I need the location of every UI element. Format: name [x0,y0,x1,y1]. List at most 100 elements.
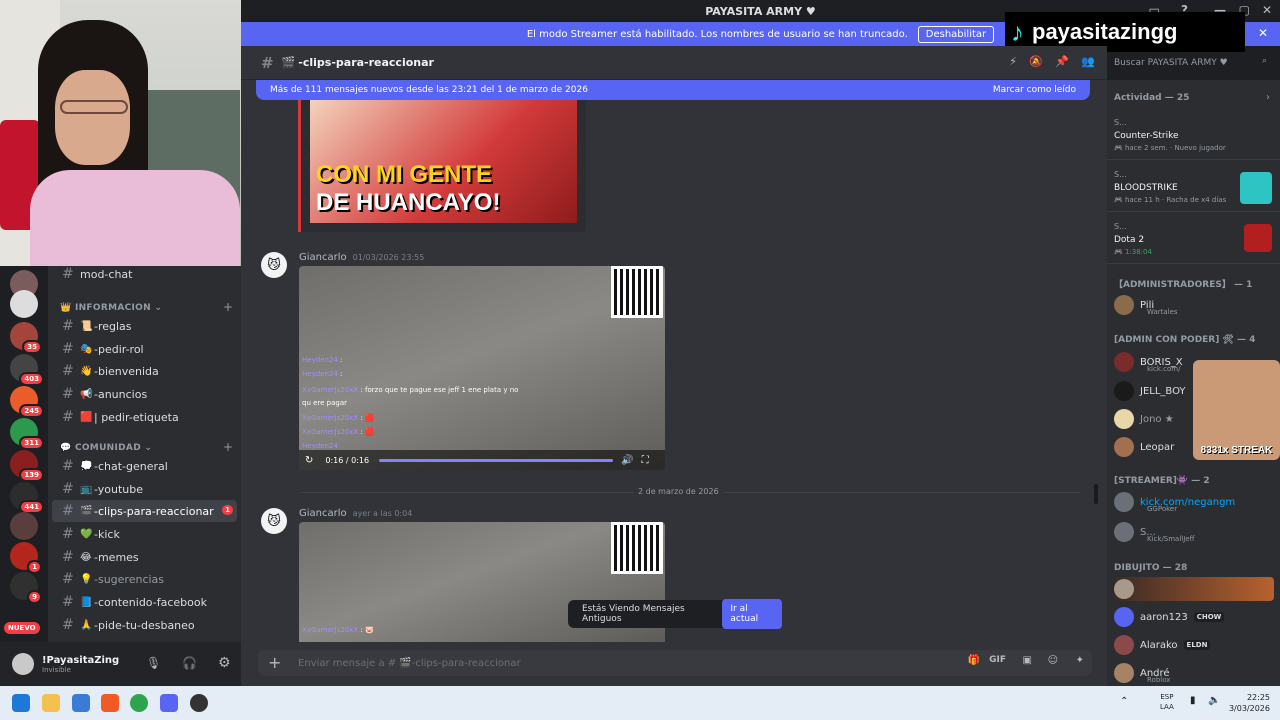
channel-reglas[interactable]: # 📜 -reglas [52,315,237,337]
channel-bienvenida[interactable]: # 👋 -bienvenida [52,360,237,382]
author-name[interactable]: Giancarlo [299,508,347,519]
link-embed[interactable]: CON MI GENTE DE HUANCAYO! [298,80,586,232]
server-icon[interactable]: 403 [10,354,44,386]
unread-badge: 311 [19,436,44,450]
close-window-button[interactable]: ✕ [1262,3,1272,17]
activity-card[interactable]: S... BLOODSTRIKE 🎮 hace 11 h · Racha de … [1107,164,1280,212]
mark-read-button[interactable]: Marcar como leído [993,85,1076,95]
add-attachment-icon[interactable]: + [268,653,281,672]
disable-streamer-button[interactable]: Deshabilitar [917,25,995,43]
chrome-icon[interactable] [130,694,148,712]
new-messages-bar[interactable]: Más de 111 mensajes nuevos desde las 23:… [256,80,1090,100]
channel-chat-general[interactable]: # 💭 -chat-general [52,455,237,477]
volume-icon[interactable]: 🔊 [621,455,633,466]
threads-icon[interactable]: ⚡ [1009,55,1017,68]
chat-line: Heyden24 [302,442,338,450]
video-player[interactable]: Heyden24 : Heyden24 : XxGamerJs20xX : fo… [299,266,665,470]
member-row[interactable]: Alarako ELDN [1114,633,1274,657]
activity-card[interactable]: S... Counter-Strike 🎮 hace 2 sem. · Nuev… [1107,112,1280,160]
channel-youtube[interactable]: # 📺 -youtube [52,478,237,500]
server-icon[interactable]: 139 [10,450,44,482]
message-timestamp: 01/03/2026 23:55 [352,253,425,262]
server-icon[interactable]: 1 [10,542,42,574]
scrollbar[interactable] [1094,484,1098,504]
obs-icon[interactable] [190,694,208,712]
message-input[interactable]: + Enviar mensaje a # 🎬-clips-para-reacci… [258,650,1092,676]
notifications-icon[interactable]: 🔕 [1029,55,1043,68]
language-indicator[interactable]: ESP LAA [1160,692,1174,712]
avatar[interactable]: 😼 [261,508,287,534]
server-icon[interactable] [10,512,38,540]
replay-icon[interactable]: ↻ [305,455,313,466]
server-icon[interactable]: 35 [10,322,42,354]
avatar[interactable] [12,653,34,675]
channel-label: -sugerencias [94,572,165,586]
member-row[interactable]: Pili Wartales [1114,293,1274,317]
video-controls: ↻ 0:16 / 0:16 🔊 ⛶ [299,450,665,470]
file-explorer-icon[interactable] [42,694,60,712]
channel-pide-tu-desbaneo[interactable]: # 🙏 -pide-tu-desbaneo [52,614,237,636]
channel-label: | pedir-etiqueta [94,410,179,424]
channel-pedir-etiqueta[interactable]: # 🟥 | pedir-etiqueta [52,406,237,428]
search-placeholder: Buscar PAYASITA ARMY ♥ [1114,58,1228,68]
member-list-icon[interactable]: 👥 [1081,55,1095,68]
server-icon[interactable]: 441 [10,482,44,514]
unread-badge: 1 [222,505,233,515]
sticker-icon[interactable]: ▣ [1023,655,1032,666]
brave-browser-icon[interactable] [101,694,119,712]
channel-pedir-rol[interactable]: # 🎭 -pedir-rol [52,338,237,360]
category-informacion[interactable]: 👑 INFORMACION ⌄ [60,303,162,313]
message-placeholder: Enviar mensaje a # 🎬-clips-para-reaccion… [298,657,521,669]
channel-mod-chat[interactable]: # mod-chat [52,266,237,282]
emoji-icon[interactable]: ☺ [1048,655,1058,666]
gif-icon[interactable]: GIF [989,655,1006,665]
member-row[interactable]: S... Kick/SmallJeff [1114,520,1274,544]
channel-memes[interactable]: # 😂 -memes [52,546,237,568]
jump-to-present-button[interactable]: Ir al actual [722,599,782,629]
member-row[interactable]: kick.com/negangm GGPoker [1114,490,1274,514]
server-icon[interactable]: 311 [10,418,44,450]
streak-text: 8331x STREAK [1200,445,1273,456]
channel-contenido-facebook[interactable]: # 📘 -contenido-facebook [52,591,237,613]
apps-icon[interactable]: ✦ [1076,655,1084,666]
network-icon[interactable]: ▮ [1190,695,1196,706]
channel-anuncios[interactable]: # 📢 -anuncios [52,383,237,405]
activity-card[interactable]: S... Dota 2 🎮 1:38:04 [1107,216,1280,264]
server-icon[interactable]: 245 [10,386,44,418]
windows-start-icon[interactable] [12,694,30,712]
member-row[interactable] [1114,577,1274,601]
video-thumbnail[interactable]: CON MI GENTE DE HUANCAYO! [310,80,577,223]
webcam-overlay [0,0,241,276]
close-banner-icon[interactable]: ✕ [1258,26,1268,40]
add-channel-icon[interactable]: + [223,300,233,314]
member-row[interactable]: aaron123 CHOW [1114,605,1274,629]
chevron-right-icon[interactable]: › [1266,92,1270,103]
headphones-icon[interactable]: 🎧 [182,656,197,670]
tray-chevron-icon[interactable]: ⌃ [1120,696,1128,707]
clock[interactable]: 22:25 3/03/2026 [1226,692,1270,714]
member-row[interactable]: André Roblox [1114,661,1274,685]
channel-clips-para-reaccionar[interactable]: # 🎬 -clips-para-reaccionar 1 [52,500,237,522]
volume-icon[interactable]: 🔈 [1208,695,1220,706]
category-comunidad[interactable]: 💬 COMUNIDAD ⌄ [60,443,152,453]
discord-icon[interactable] [160,694,178,712]
search-input[interactable]: Buscar PAYASITA ARMY ♥ ⌕ [1107,52,1273,74]
server-icon[interactable] [10,290,38,318]
author-name[interactable]: Giancarlo [299,252,347,263]
app-icon[interactable] [72,694,90,712]
gift-icon[interactable]: 🎁 [968,655,980,666]
channel-sugerencias[interactable]: # 💡 -sugerencias [52,568,237,590]
avatar[interactable]: 😼 [261,252,287,278]
channel-kick[interactable]: # 💚 -kick [52,523,237,545]
unread-badge: 35 [22,340,42,354]
microphone-icon[interactable]: 🎙 [146,656,161,670]
video-progress-bar[interactable] [379,458,614,462]
gear-icon[interactable]: ⚙ [218,655,231,671]
pin-icon[interactable]: 📌 [1055,55,1069,68]
fullscreen-icon[interactable]: ⛶ [642,455,649,466]
unread-badge: 9 [27,590,42,604]
server-icon[interactable]: 9 [10,572,42,604]
activity-user: S... [1114,222,1127,231]
activity-user: S... [1114,118,1127,127]
add-channel-icon[interactable]: + [223,440,233,454]
